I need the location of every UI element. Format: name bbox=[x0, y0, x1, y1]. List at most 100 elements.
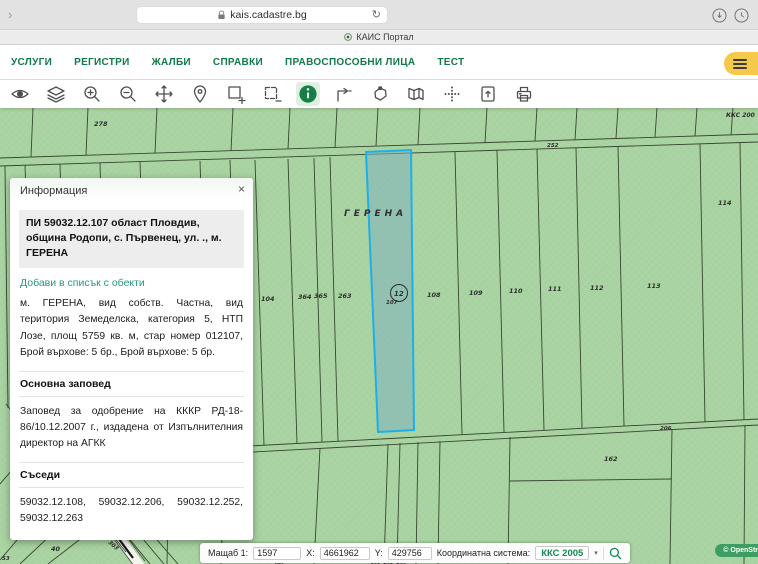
url-text: kais.cadastre.bg bbox=[230, 9, 306, 21]
x-coordinate-input[interactable] bbox=[320, 547, 370, 560]
lock-icon bbox=[217, 10, 226, 20]
bookmark-kais-portal[interactable]: КАИС Портал bbox=[356, 32, 413, 42]
add-to-object-list-link[interactable]: Добави в списък с обекти bbox=[20, 277, 243, 289]
select-area-icon bbox=[370, 84, 390, 104]
nav-zhalbi[interactable]: ЖАЛБИ bbox=[152, 57, 191, 68]
parcel-description: м. ГЕРЕНА, вид собств. Частна, вид терит… bbox=[20, 296, 243, 362]
map-viewport: 278 252 ККС 200 ГЕРЕНА 114 104 364 365 2… bbox=[0, 108, 758, 564]
parcel-label-113: 113 bbox=[647, 282, 661, 290]
map-status-bar: Мащаб 1: X: Y: Координатна система: ККС … bbox=[200, 543, 630, 563]
nav-registri[interactable]: РЕГИСТРИ bbox=[74, 57, 130, 68]
info-icon bbox=[298, 84, 318, 104]
neighbors-text: 59032.12.108, 59032.12.206, 59032.12.252… bbox=[20, 495, 243, 528]
locality-label: ГЕРЕНА bbox=[344, 209, 407, 219]
parcel-label-364: 364 bbox=[298, 293, 312, 301]
print-icon bbox=[514, 84, 534, 104]
parcel-title: ПИ 59032.12.107 област Пловдив, община Р… bbox=[19, 210, 244, 268]
parcel-label-108: 108 bbox=[427, 291, 441, 299]
parcel-label-110: 110 bbox=[509, 287, 523, 295]
order-heading: Основна заповед bbox=[19, 371, 244, 397]
parcel-label-104: 104 bbox=[261, 295, 275, 303]
parcel-label-278: 278 bbox=[94, 120, 108, 128]
parcel-label-112: 112 bbox=[590, 284, 604, 292]
measure-button[interactable] bbox=[332, 82, 356, 106]
search-button[interactable] bbox=[609, 547, 622, 560]
extent-rectangle-button[interactable] bbox=[260, 82, 284, 106]
layer-visibility-icon bbox=[10, 84, 30, 104]
nav-pravosposobni-litsa[interactable]: ПРАВОСПОСОБНИ ЛИЦА bbox=[285, 57, 415, 68]
selected-parcel-number: 107 bbox=[386, 300, 398, 306]
address-bar[interactable]: kais.cadastre.bg ↻ bbox=[136, 6, 388, 24]
history-clock-icon[interactable] bbox=[734, 8, 749, 23]
osm-attribution[interactable]: © OpenStr bbox=[715, 544, 758, 557]
info-panel-body: ПИ 59032.12.107 област Пловдив, община Р… bbox=[10, 202, 253, 540]
order-text: Заповед за одобрение на КККР РД-18-86/10… bbox=[20, 404, 243, 453]
nav-spravki[interactable]: СПРАВКИ bbox=[213, 57, 263, 68]
location-pin-button[interactable] bbox=[188, 82, 212, 106]
parcel-label-162: 162 bbox=[604, 455, 618, 463]
info-panel: Информация × ПИ 59032.12.107 област Плов… bbox=[10, 178, 253, 540]
parcel-label-365: 365 bbox=[314, 292, 328, 300]
reload-icon[interactable]: ↻ bbox=[372, 10, 381, 21]
parcel-label-263: 263 bbox=[338, 292, 352, 300]
info-panel-title: Информация bbox=[20, 185, 87, 197]
selected-region-number: 12 bbox=[394, 290, 404, 298]
zoom-rectangle-button[interactable] bbox=[224, 82, 248, 106]
browser-window: › kais.cadastre.bg ↻ КАИС Портал УСЛУГИ … bbox=[0, 0, 758, 564]
crs-label: Координатна система: bbox=[437, 548, 530, 558]
select-area-button[interactable] bbox=[368, 82, 392, 106]
coordinate-capture-icon bbox=[442, 84, 462, 104]
map-overview-button[interactable] bbox=[404, 82, 428, 106]
bookmark-favicon bbox=[344, 33, 352, 41]
neighbors-heading: Съседи bbox=[19, 462, 244, 488]
pan-button[interactable] bbox=[152, 82, 176, 106]
hamburger-icon bbox=[733, 59, 747, 61]
layers-icon bbox=[46, 84, 66, 104]
chevron-down-icon[interactable]: ▾ bbox=[594, 549, 598, 557]
search-icon bbox=[609, 547, 622, 560]
zoom-in-button[interactable] bbox=[80, 82, 104, 106]
y-coordinate-input[interactable] bbox=[388, 547, 432, 560]
layer-visibility-button[interactable] bbox=[8, 82, 32, 106]
parcel-label-114: 114 bbox=[718, 199, 732, 207]
bookmarks-bar: КАИС Портал bbox=[0, 30, 758, 45]
info-panel-header: Информация × bbox=[10, 178, 253, 202]
crs-select[interactable]: ККС 2005 bbox=[535, 546, 589, 560]
layers-button[interactable] bbox=[44, 82, 68, 106]
map-overview-icon bbox=[406, 84, 426, 104]
parcel-label-111: 111 bbox=[548, 285, 562, 293]
coordinate-capture-button[interactable] bbox=[440, 82, 464, 106]
site-navbar: УСЛУГИ РЕГИСТРИ ЖАЛБИ СПРАВКИ ПРАВОСПОСО… bbox=[0, 45, 758, 80]
browser-chrome: › kais.cadastre.bg ↻ bbox=[0, 0, 758, 30]
scale-label: Мащаб 1: bbox=[208, 548, 248, 558]
export-page-icon bbox=[478, 84, 498, 104]
scale-input[interactable] bbox=[253, 547, 301, 560]
zoom-rectangle-icon bbox=[226, 84, 246, 104]
export-page-button[interactable] bbox=[476, 82, 500, 106]
nav-uslugi[interactable]: УСЛУГИ bbox=[11, 57, 52, 68]
pan-icon bbox=[154, 84, 174, 104]
forward-button[interactable]: › bbox=[8, 7, 12, 22]
road-label-252: 252 bbox=[547, 143, 559, 149]
download-icon[interactable] bbox=[712, 8, 727, 23]
crs-watermark: ККС 200 bbox=[726, 112, 755, 119]
extent-rectangle-icon bbox=[262, 84, 282, 104]
osm-attribution-text: © OpenStr bbox=[723, 547, 758, 554]
nav-test[interactable]: ТЕСТ bbox=[437, 57, 464, 68]
close-icon[interactable]: × bbox=[238, 183, 245, 195]
divider bbox=[603, 547, 604, 560]
x-label: X: bbox=[306, 548, 315, 558]
info-tool-button[interactable] bbox=[296, 82, 320, 106]
zoom-out-icon bbox=[118, 84, 138, 104]
measure-icon bbox=[334, 84, 354, 104]
parcel-label-53: 53 bbox=[2, 556, 10, 562]
y-label: Y: bbox=[375, 548, 383, 558]
menu-button[interactable] bbox=[724, 52, 758, 75]
zoom-in-icon bbox=[82, 84, 102, 104]
parcel-label-40: 40 bbox=[51, 545, 61, 553]
road-label-206: 206 bbox=[660, 426, 672, 432]
map-toolbar bbox=[0, 80, 758, 108]
location-pin-icon bbox=[190, 84, 210, 104]
print-button[interactable] bbox=[512, 82, 536, 106]
zoom-out-button[interactable] bbox=[116, 82, 140, 106]
